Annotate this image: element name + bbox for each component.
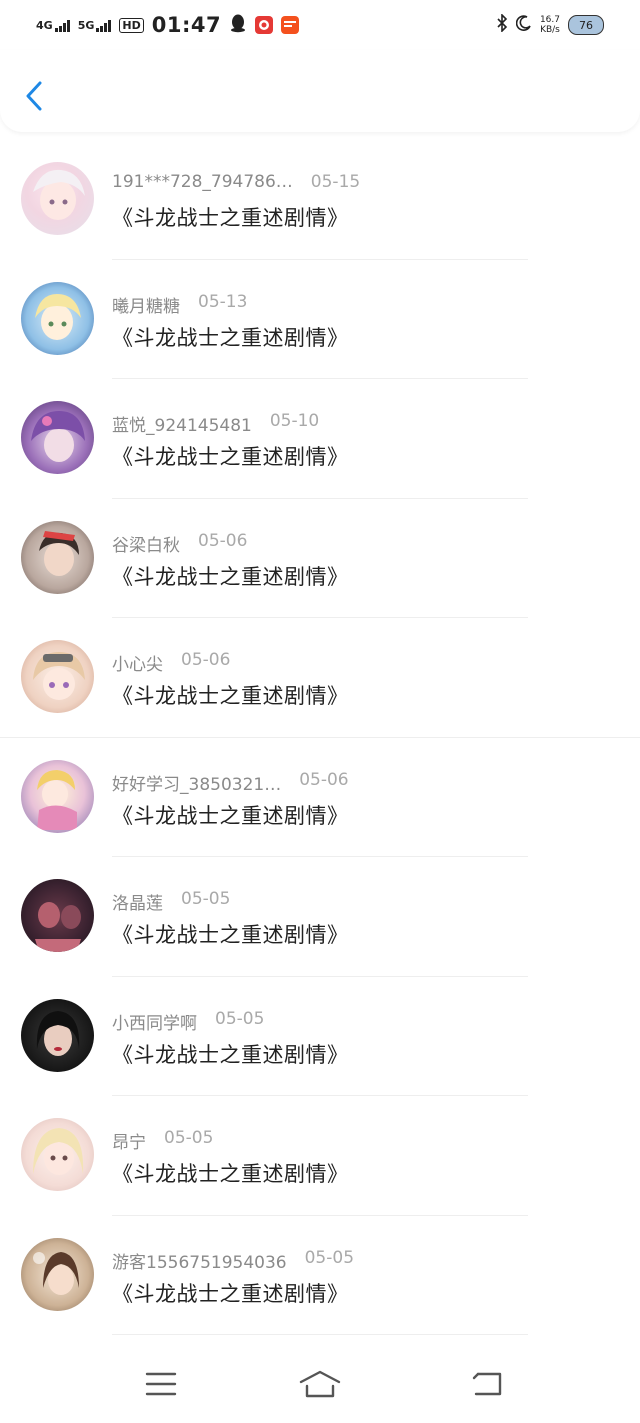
signal-5g-label: 5G <box>77 18 95 32</box>
avatar[interactable] <box>21 162 94 235</box>
post-date: 05-05 <box>215 1008 265 1029</box>
list-item[interactable]: 曦月糖糖 05-13 《斗龙战士之重述剧情》 <box>0 260 640 379</box>
avatar[interactable] <box>21 640 94 713</box>
user-name: 谷梁白秋 <box>112 535 180 556</box>
system-nav-bar <box>0 1340 640 1423</box>
post-date: 05-05 <box>164 1128 214 1148</box>
list-item[interactable]: 小西同学啊 05-05 《斗龙战士之重述剧情》 <box>0 977 640 1096</box>
avatar[interactable] <box>21 998 94 1072</box>
signal-5g: 5G <box>78 19 112 32</box>
home-button[interactable] <box>298 1366 342 1402</box>
speed-unit: KB/s <box>540 25 560 35</box>
avatar[interactable] <box>21 1118 94 1191</box>
status-right: 16.7 KB/s 76 <box>496 13 604 36</box>
post-date: 05-13 <box>198 291 248 312</box>
bluetooth-icon <box>496 13 508 36</box>
back-button[interactable] <box>18 78 50 114</box>
item-meta: 191***728_794786… 05-15 <box>112 172 360 192</box>
moon-icon <box>515 15 532 35</box>
network-speed: 16.7 KB/s <box>540 15 560 35</box>
item-title: 《斗龙战士之重述剧情》 <box>112 923 349 947</box>
app-notification-icon <box>255 16 274 34</box>
post-date: 05-05 <box>304 1247 355 1268</box>
user-name: 小西同学啊 <box>112 1013 197 1034</box>
home-icon <box>299 1370 341 1398</box>
item-title: 《斗龙战士之重述剧情》 <box>112 1042 349 1067</box>
user-name: 好好学习_3850321… <box>112 774 282 795</box>
signal-bars-icon <box>96 19 112 32</box>
clock: 01:47 <box>151 13 222 37</box>
user-name: 曦月糖糖 <box>112 296 180 317</box>
item-meta: 洛晶莲 05-05 <box>112 889 230 914</box>
user-name: 191***728_794786… <box>112 172 293 192</box>
battery-icon: 76 <box>568 15 604 35</box>
post-date: 05-15 <box>310 172 361 192</box>
menu-icon <box>145 1372 177 1396</box>
divider <box>112 1334 528 1335</box>
user-name: 蓝悦_924145481 <box>112 416 252 436</box>
avatar[interactable] <box>21 401 94 474</box>
hd-badge: HD <box>119 17 144 33</box>
item-title: 《斗龙战士之重述剧情》 <box>112 325 349 350</box>
qq-icon <box>229 13 247 37</box>
list-item[interactable]: 小心尖 05-06 《斗龙战士之重述剧情》 <box>0 618 640 738</box>
item-meta: 蓝悦_924145481 05-10 <box>112 411 319 436</box>
signal-bars-icon <box>54 19 70 32</box>
avatar[interactable] <box>21 281 94 355</box>
list-item[interactable]: 好好学习_3850321… 05-06 《斗龙战士之重述剧情》 <box>0 738 640 857</box>
user-name: 小心尖 <box>112 655 163 675</box>
post-date: 05-06 <box>299 769 349 790</box>
list-item[interactable]: 191***728_794786… 05-15 《斗龙战士之重述剧情》 <box>0 140 640 260</box>
item-title: 《斗龙战士之重述剧情》 <box>112 684 349 708</box>
item-title: 《斗龙战士之重述剧情》 <box>112 1281 349 1306</box>
item-title: 《斗龙战士之重述剧情》 <box>112 564 349 589</box>
list-item[interactable]: 洛晶莲 05-05 《斗龙战士之重述剧情》 <box>0 857 640 977</box>
item-meta: 小西同学啊 05-05 <box>112 1009 264 1034</box>
item-meta: 谷梁白秋 05-06 <box>112 531 247 556</box>
avatar[interactable] <box>21 1237 94 1311</box>
user-name: 游客1556751954036 <box>112 1252 287 1273</box>
list-item[interactable]: 谷梁白秋 05-06 《斗龙战士之重述剧情》 <box>0 499 640 618</box>
post-date: 05-05 <box>181 889 231 909</box>
signal-4g-label: 4G <box>36 18 53 32</box>
speed-value: 16.7 <box>539 15 560 25</box>
user-name: 洛晶莲 <box>112 894 163 914</box>
item-meta: 游客1556751954036 05-05 <box>112 1248 354 1273</box>
item-meta: 好好学习_3850321… 05-06 <box>112 770 349 795</box>
item-title: 《斗龙战士之重述剧情》 <box>112 206 349 230</box>
comment-list: 191***728_794786… 05-15 《斗龙战士之重述剧情》 曦月糖糖… <box>0 140 640 1335</box>
list-item[interactable]: 昂宁 05-05 《斗龙战士之重述剧情》 <box>0 1096 640 1216</box>
nav-back-button[interactable] <box>466 1366 510 1402</box>
avatar[interactable] <box>21 879 94 952</box>
list-item[interactable]: 蓝悦_924145481 05-10 《斗龙战士之重述剧情》 <box>0 379 640 499</box>
list-item[interactable]: 游客1556751954036 05-05 《斗龙战士之重述剧情》 <box>0 1216 640 1335</box>
item-title: 《斗龙战士之重述剧情》 <box>112 1162 349 1186</box>
item-title: 《斗龙战士之重述剧情》 <box>112 803 349 828</box>
item-title: 《斗龙战士之重述剧情》 <box>112 445 349 469</box>
signal-4g: 4G <box>36 19 70 32</box>
back-icon <box>472 1372 502 1396</box>
menu-button[interactable] <box>139 1366 183 1402</box>
post-date: 05-06 <box>181 650 231 670</box>
item-meta: 昂宁 05-05 <box>112 1128 213 1153</box>
status-left: 4G 5G HD 01:47 <box>36 13 300 37</box>
user-name: 昂宁 <box>112 1133 146 1153</box>
top-header <box>0 50 640 132</box>
avatar[interactable] <box>21 520 94 594</box>
chevron-left-icon <box>26 81 42 111</box>
battery-level: 76 <box>579 18 593 32</box>
status-bar: 4G 5G HD 01:47 16.7 KB/s 76 <box>0 0 640 50</box>
avatar[interactable] <box>21 759 94 833</box>
post-date: 05-06 <box>198 530 248 551</box>
page: 4G 5G HD 01:47 16.7 KB/s 76 191***728_79… <box>0 0 640 1423</box>
post-date: 05-10 <box>269 411 320 431</box>
item-meta: 曦月糖糖 05-13 <box>112 292 247 317</box>
toutiao-icon <box>281 16 300 34</box>
item-meta: 小心尖 05-06 <box>112 650 230 675</box>
